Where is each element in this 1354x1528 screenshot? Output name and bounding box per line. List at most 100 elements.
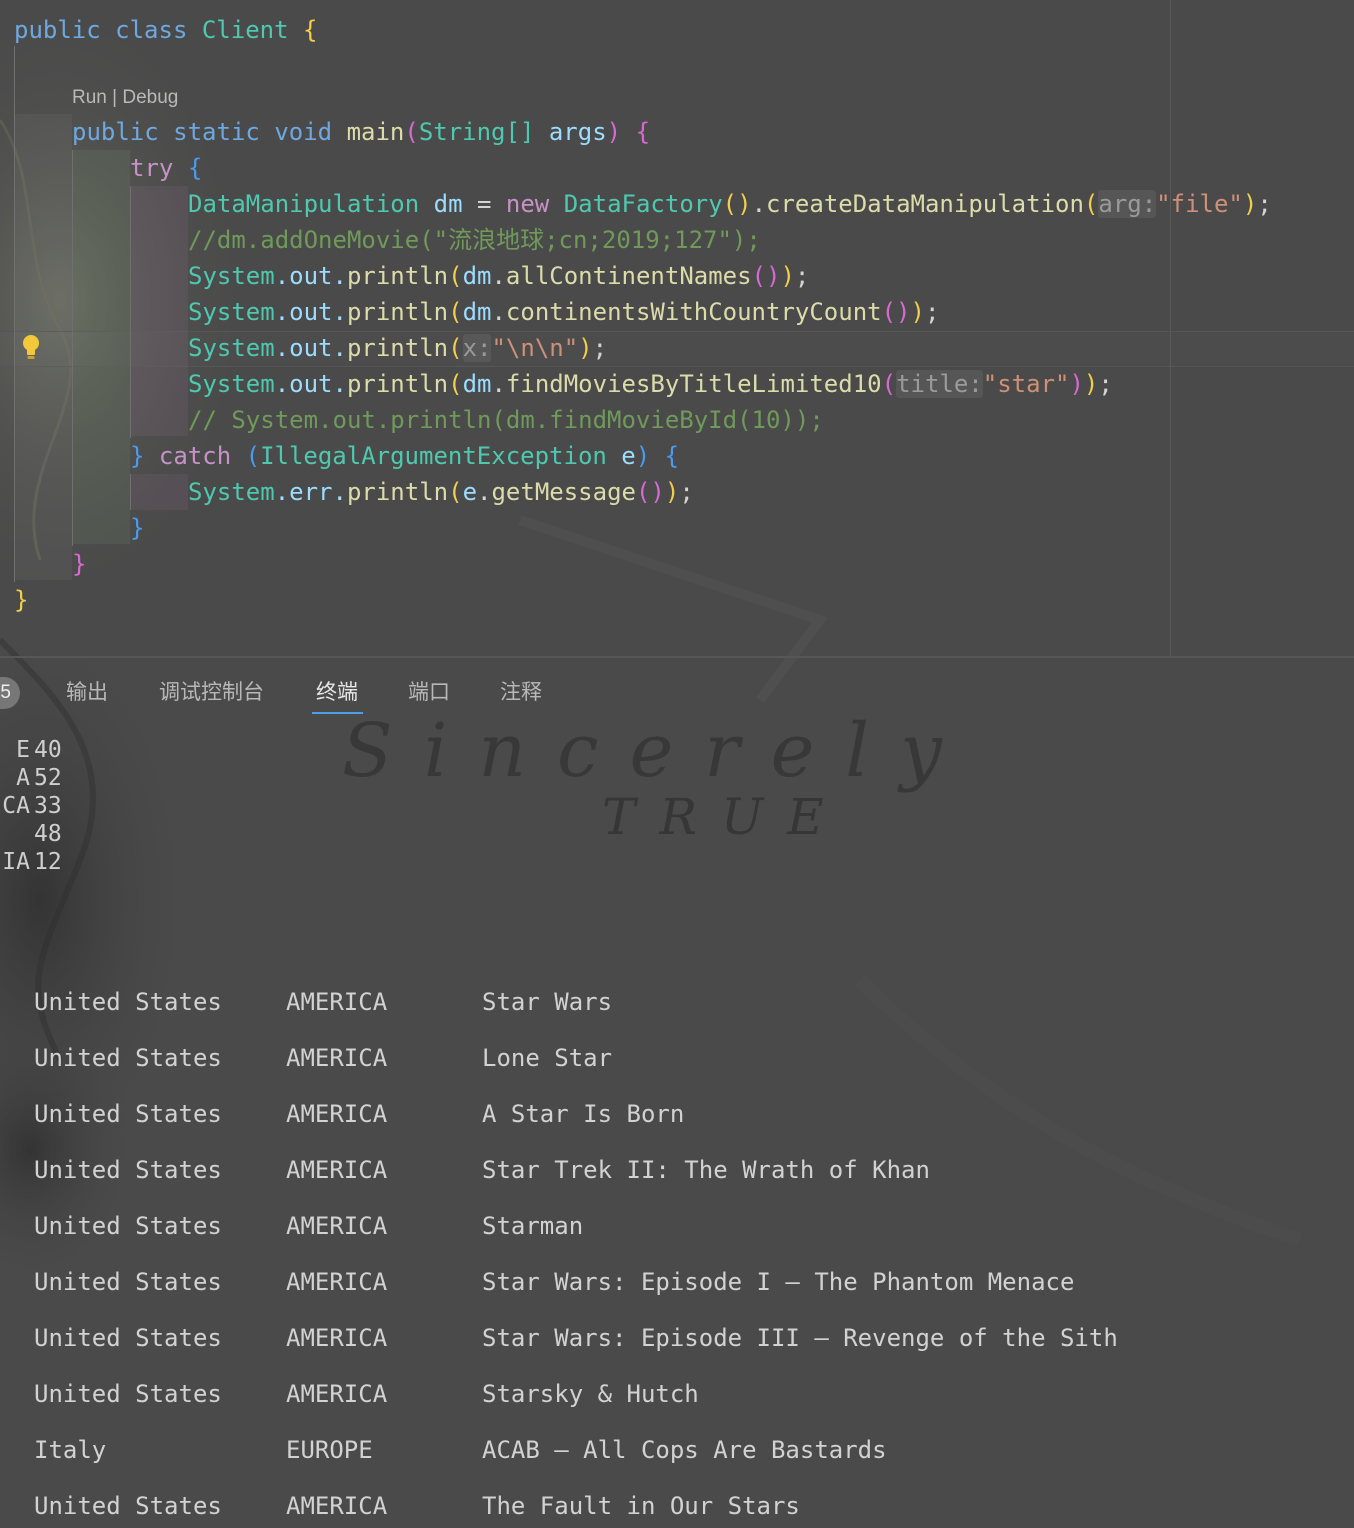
indent-guide — [130, 474, 131, 510]
paren: ( — [881, 370, 897, 398]
type-name: System — [188, 370, 275, 398]
method-name: println — [346, 478, 449, 506]
movie-country: United States — [34, 988, 222, 1016]
keyword: class — [115, 16, 188, 44]
paren: () — [751, 262, 781, 290]
code-line-println: System.out.println(x:"\n\n"); — [188, 330, 607, 366]
code-line-1: public class Client { — [14, 12, 317, 48]
lightbulb-icon[interactable] — [20, 333, 42, 361]
brace: } — [130, 442, 145, 470]
indent-level-3b — [130, 474, 188, 510]
paren: ( — [448, 334, 463, 362]
dot: . — [491, 298, 506, 326]
code-line-println: System.err.println(e.getMessage()); — [188, 474, 694, 510]
movie-continent: EUROPE — [286, 1436, 373, 1464]
paren: () — [635, 478, 665, 506]
movie-country: United States — [34, 1044, 222, 1072]
background-watermark: TRUE — [602, 788, 848, 846]
movie-title: Star Wars: Episode III – Revenge of the … — [482, 1324, 1118, 1352]
brace: { — [187, 154, 203, 182]
paren: ) — [606, 118, 622, 146]
movie-continent: AMERICA — [286, 1044, 388, 1072]
variable: dm — [462, 298, 492, 326]
continent-label: IA — [2, 849, 30, 875]
paren: ) — [910, 298, 925, 326]
type-name: System — [188, 262, 275, 290]
string-literal: "star" — [982, 370, 1070, 398]
keyword: public — [72, 118, 159, 146]
movie-continent: AMERICA — [286, 1492, 388, 1520]
tab-comments[interactable]: 注释 — [500, 678, 542, 708]
keyword: void — [274, 118, 333, 146]
continent-label: A — [16, 765, 30, 791]
param-name: e — [621, 442, 636, 470]
keyword: try — [130, 154, 174, 182]
code-line-datamanipulation: DataManipulation dm = new DataFactory().… — [188, 186, 1272, 222]
operator: = — [462, 190, 506, 218]
inlay-hint: arg: — [1098, 190, 1157, 218]
movie-title: Lone Star — [482, 1044, 613, 1072]
movie-title: The Fault in Our Stars — [482, 1492, 800, 1520]
dot: . — [751, 190, 767, 218]
method-name: println — [346, 298, 449, 326]
paren: ) — [635, 442, 651, 470]
code-line-main: public static void main(String[] args) { — [72, 114, 650, 150]
type-name: System — [188, 298, 275, 326]
method-name: findMoviesByTitleLimited10 — [505, 370, 882, 398]
movie-country: United States — [34, 1492, 222, 1520]
problems-count-badge[interactable]: 5 — [0, 677, 20, 709]
run-debug-codelens[interactable]: Run | Debug — [72, 84, 178, 112]
continent-count: 33 — [34, 793, 62, 819]
continent-label: CA — [2, 793, 30, 819]
semicolon: ; — [794, 262, 810, 290]
movie-title: ACAB – All Cops Are Bastards — [482, 1436, 887, 1464]
type-name: System — [188, 478, 275, 506]
tab-output[interactable]: 输出 — [66, 678, 108, 708]
paren: ) — [1083, 370, 1099, 398]
paren: ) — [664, 478, 680, 506]
code-comment: // System.out.println(dm.findMovieById(1… — [188, 406, 824, 434]
code-editor[interactable]: public class Client { Run | Debug public… — [0, 0, 1354, 656]
continent-count: 52 — [34, 765, 62, 791]
brace: { — [635, 118, 651, 146]
closing-brace: } — [14, 586, 29, 614]
keyword: static — [173, 118, 260, 146]
paren: ( — [1083, 190, 1099, 218]
movie-continent: AMERICA — [286, 1268, 388, 1296]
panel-divider[interactable] — [0, 656, 1354, 658]
paren: ) — [1242, 190, 1258, 218]
type-name: IllegalArgumentException — [260, 442, 607, 470]
method-name: println — [346, 370, 449, 398]
movie-title: Star Trek II: The Wrath of Khan — [482, 1156, 930, 1184]
code-line-catch: } catch (IllegalArgumentException e) { — [130, 438, 679, 474]
method-name: println — [346, 334, 449, 362]
editor-ruler — [1170, 0, 1171, 656]
movie-country: Italy — [34, 1436, 107, 1464]
semicolon: ; — [1257, 190, 1272, 218]
code-comment: //dm.addOneMovie("流浪地球;cn;2019;127"); — [188, 226, 761, 254]
indent-level-3 — [130, 186, 188, 436]
tab-ports[interactable]: 端口 — [408, 678, 450, 708]
code-line-println: System.out.println(dm.findMoviesByTitleL… — [188, 366, 1113, 402]
paren: () — [881, 298, 911, 326]
method-name: continentsWithCountryCount — [505, 298, 882, 326]
param-name: args — [548, 118, 607, 146]
tab-debug-console[interactable]: 调试控制台 — [159, 678, 264, 708]
continent-count: 40 — [34, 737, 62, 763]
paren: ) — [1069, 370, 1084, 398]
variable: dm — [462, 262, 492, 290]
movie-continent: AMERICA — [286, 1324, 388, 1352]
movie-continent: AMERICA — [286, 1212, 388, 1240]
movie-country: United States — [34, 1212, 222, 1240]
method-name: println — [346, 262, 449, 290]
string-literal: "file" — [1156, 190, 1243, 218]
continent-count: 12 — [34, 849, 62, 875]
tab-terminal[interactable]: 终端 — [316, 678, 358, 708]
indent-guide — [14, 46, 15, 582]
paren: ( — [448, 298, 463, 326]
field-access: .out. — [274, 370, 347, 398]
movie-continent: AMERICA — [286, 1380, 388, 1408]
movie-title: Starsky & Hutch — [482, 1380, 699, 1408]
movie-country: United States — [34, 1100, 222, 1128]
closing-brace: } — [130, 514, 145, 542]
